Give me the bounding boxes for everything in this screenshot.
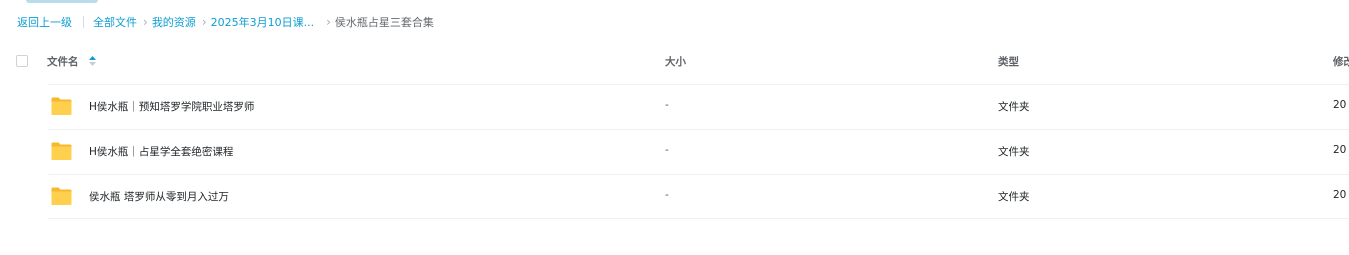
column-header-name[interactable]: 文件名 — [47, 54, 79, 69]
folder-icon — [51, 142, 72, 160]
column-header-modified[interactable]: 修改 — [1333, 54, 1349, 69]
file-type: 文件夹 — [998, 191, 1030, 203]
file-browser: 返回上一级 全部文件 › 我的资源 › 2025年3月10日课... › 侯水瓶… — [0, 0, 1349, 255]
breadcrumb-divider — [83, 16, 84, 28]
table-row[interactable]: 侯水瓶 塔罗师从零到月入过万 - 文件夹 20 — [48, 174, 1349, 219]
file-name[interactable]: H侯水瓶｜预知塔罗学院职业塔罗师 — [89, 99, 254, 114]
table-header: 文件名 大小 类型 修改 — [0, 48, 1349, 76]
chevron-right-icon: › — [143, 15, 148, 29]
file-type: 文件夹 — [998, 146, 1030, 158]
file-list: H侯水瓶｜预知塔罗学院职业塔罗师 - 文件夹 20 H侯水瓶｜占星学全套绝密课程… — [0, 84, 1349, 219]
active-tab-indicator — [26, 0, 98, 3]
file-modified: 20 — [1333, 99, 1347, 111]
sort-ascending-icon[interactable] — [89, 56, 96, 66]
breadcrumb-item-course-folder[interactable]: 2025年3月10日课... — [211, 14, 314, 30]
file-size: - — [665, 189, 669, 201]
file-name[interactable]: H侯水瓶｜占星学全套绝密课程 — [89, 144, 233, 159]
file-name[interactable]: 侯水瓶 塔罗师从零到月入过万 — [89, 189, 229, 204]
table-row[interactable]: H侯水瓶｜预知塔罗学院职业塔罗师 - 文件夹 20 — [48, 84, 1349, 129]
table-row[interactable]: H侯水瓶｜占星学全套绝密课程 - 文件夹 20 — [48, 129, 1349, 174]
file-size: - — [665, 144, 669, 156]
file-modified: 20 — [1333, 144, 1347, 156]
breadcrumb-current: 侯水瓶占星三套合集 — [334, 16, 434, 29]
breadcrumb-item-all-files[interactable]: 全部文件 — [93, 14, 137, 30]
select-all-checkbox[interactable] — [16, 55, 28, 67]
column-header-type[interactable]: 类型 — [998, 54, 1019, 69]
folder-icon — [51, 187, 72, 205]
back-link[interactable]: 返回上一级 — [17, 14, 72, 30]
chevron-right-icon: › — [326, 15, 331, 29]
column-header-size[interactable]: 大小 — [665, 54, 686, 69]
folder-icon — [51, 97, 72, 115]
breadcrumb-item-my-resources[interactable]: 我的资源 — [152, 14, 196, 30]
file-type: 文件夹 — [998, 101, 1030, 113]
file-modified: 20 — [1333, 189, 1347, 201]
file-size: - — [665, 99, 669, 111]
chevron-right-icon: › — [201, 15, 207, 29]
breadcrumb: 返回上一级 全部文件 › 我的资源 › 2025年3月10日课... › 侯水瓶… — [17, 13, 434, 31]
